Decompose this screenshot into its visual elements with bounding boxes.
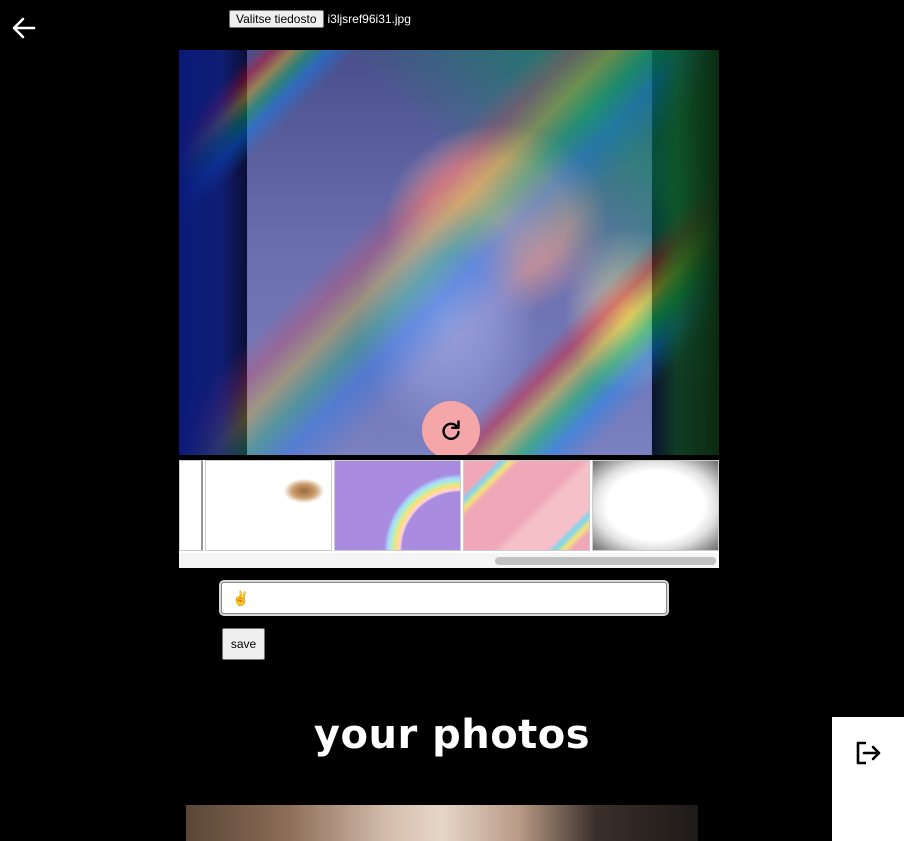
flying-squirrel-image [284,479,324,503]
overlay-edge-left [179,50,249,455]
save-button[interactable]: save [222,628,265,660]
filter-option-vignette[interactable] [592,460,719,551]
filter-option-purple-rainbow[interactable] [334,460,461,551]
filter-picker [179,460,719,568]
filter-option-flying-squirrel[interactable] [205,460,332,551]
photo-preview [179,50,719,455]
logout-icon [856,741,881,765]
arrow-left-icon [12,17,36,39]
caption-input[interactable] [219,580,669,616]
logout-button[interactable] [832,717,904,841]
filter-strip[interactable] [179,460,719,553]
back-button[interactable] [10,14,38,42]
file-picker: Valitse tiedosto i3ljsref96i31.jpg [229,10,411,28]
selected-file-name: i3ljsref96i31.jpg [327,12,411,26]
rotate-icon [442,420,460,440]
gallery-photo[interactable] [186,805,698,841]
filter-option-pastel-stripes[interactable] [463,460,590,551]
rotate-button[interactable] [422,401,480,455]
filter-scrollbar-thumb[interactable] [495,557,716,565]
section-title: your photos [313,712,591,758]
choose-file-button[interactable]: Valitse tiedosto [229,10,324,28]
filter-option[interactable] [179,460,203,551]
rainbow-overlay [179,50,719,455]
overlay-edge-right [649,50,719,455]
